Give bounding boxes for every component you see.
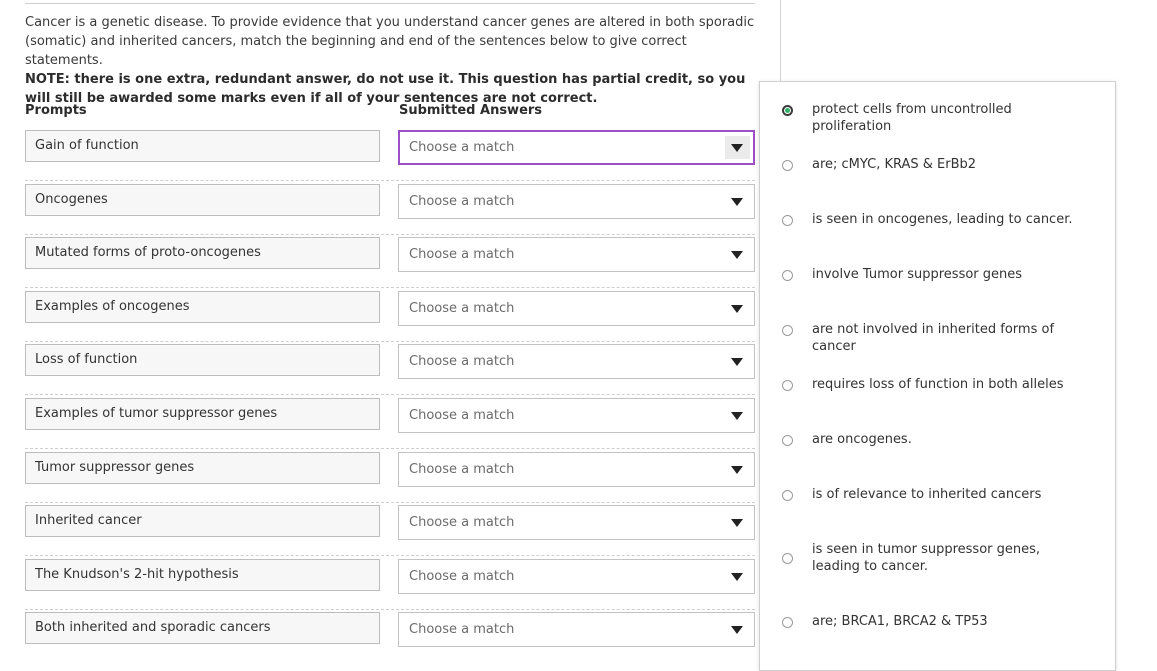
match-row: Examples of oncogenes Choose a match — [25, 288, 755, 342]
radio-icon[interactable] — [782, 553, 793, 564]
match-select[interactable]: Choose a match — [398, 130, 755, 165]
match-row: Gain of function Choose a match — [25, 127, 755, 181]
dropdown-button[interactable] — [725, 511, 750, 534]
select-value: Choose a match — [409, 247, 515, 262]
dropdown-button[interactable] — [725, 404, 750, 427]
option-label: requires loss of function in both allele… — [812, 377, 1064, 392]
select-value: Choose a match — [409, 622, 515, 637]
match-options-dropdown: protect cells from uncontrolled prolifer… — [759, 81, 1116, 671]
prompt-label: Tumor suppressor genes — [25, 452, 380, 484]
radio-icon[interactable] — [782, 490, 793, 501]
match-select[interactable]: Choose a match — [398, 398, 755, 433]
caret-down-icon — [731, 412, 743, 420]
dropdown-button[interactable] — [725, 458, 750, 481]
option-label: are; BRCA1, BRCA2 & TP53 — [812, 614, 988, 629]
prompts-header: Prompts — [25, 103, 87, 118]
match-select[interactable]: Choose a match — [398, 344, 755, 379]
radio-icon[interactable] — [782, 160, 793, 171]
option-label: are oncogenes. — [812, 432, 912, 447]
prompt-label: The Knudson's 2-hit hypothesis — [25, 559, 380, 591]
match-row: Inherited cancer Choose a match — [25, 502, 755, 556]
radio-icon[interactable] — [782, 435, 793, 446]
top-divider — [25, 3, 755, 4]
caret-down-icon — [731, 573, 743, 581]
select-value: Choose a match — [409, 515, 515, 530]
option-label: is seen in tumor suppressor genes, leadi… — [812, 542, 1041, 574]
match-row: Both inherited and sporadic cancers Choo… — [25, 609, 755, 663]
select-value: Choose a match — [409, 462, 515, 477]
option-label: are not involved in inherited forms of c… — [812, 322, 1055, 354]
dropdown-button[interactable] — [725, 136, 750, 159]
option-label: involve Tumor suppressor genes — [812, 267, 1023, 282]
match-select[interactable]: Choose a match — [398, 612, 755, 647]
instructions-note: NOTE: there is one extra, redundant answ… — [25, 72, 746, 106]
match-row: Examples of tumor suppressor genes Choos… — [25, 395, 755, 449]
radio-selected-icon[interactable] — [782, 105, 793, 116]
caret-down-icon — [731, 358, 743, 366]
prompt-label: Both inherited and sporadic cancers — [25, 612, 380, 644]
radio-icon[interactable] — [782, 617, 793, 628]
match-select[interactable]: Choose a match — [398, 291, 755, 326]
caret-down-icon — [731, 198, 743, 206]
radio-icon[interactable] — [782, 215, 793, 226]
radio-icon[interactable] — [782, 270, 793, 281]
caret-down-icon — [731, 251, 743, 259]
match-select[interactable]: Choose a match — [398, 559, 755, 594]
select-value: Choose a match — [409, 194, 515, 209]
radio-icon[interactable] — [782, 325, 793, 336]
match-row: Mutated forms of proto-oncogenes Choose … — [25, 234, 755, 288]
dropdown-button[interactable] — [725, 190, 750, 213]
match-select[interactable]: Choose a match — [398, 452, 755, 487]
select-value: Choose a match — [409, 408, 515, 423]
match-row: Loss of function Choose a match — [25, 341, 755, 395]
dropdown-button[interactable] — [725, 350, 750, 373]
select-value: Choose a match — [409, 354, 515, 369]
caret-down-icon — [731, 466, 743, 474]
dropdown-button[interactable] — [725, 618, 750, 641]
match-row: Tumor suppressor genes Choose a match — [25, 449, 755, 503]
match-row: Oncogenes Choose a match — [25, 181, 755, 235]
option-label: are; cMYC, KRAS & ErBb2 — [812, 157, 977, 172]
select-value: Choose a match — [409, 301, 515, 316]
caret-down-icon — [731, 519, 743, 527]
prompt-label: Examples of oncogenes — [25, 291, 380, 323]
caret-down-icon — [731, 144, 743, 152]
match-select[interactable]: Choose a match — [398, 184, 755, 219]
dropdown-button[interactable] — [725, 297, 750, 320]
option-label: is seen in oncogenes, leading to cancer. — [812, 212, 1073, 227]
dropdown-button[interactable] — [725, 565, 750, 588]
caret-down-icon — [731, 626, 743, 634]
match-select[interactable]: Choose a match — [398, 505, 755, 540]
prompt-label: Gain of function — [25, 130, 380, 162]
select-value: Choose a match — [409, 569, 515, 584]
submitted-answers-header: Submitted Answers — [399, 103, 543, 118]
match-row: The Knudson's 2-hit hypothesis Choose a … — [25, 556, 755, 610]
option-label: is of relevance to inherited cancers — [812, 487, 1042, 502]
question-instructions: Cancer is a genetic disease. To provide … — [25, 13, 755, 108]
instructions-intro: Cancer is a genetic disease. To provide … — [25, 15, 755, 68]
select-value: Choose a match — [409, 140, 515, 155]
match-select[interactable]: Choose a match — [398, 237, 755, 272]
prompt-label: Examples of tumor suppressor genes — [25, 398, 380, 430]
option-label: protect cells from uncontrolled prolifer… — [812, 102, 1012, 134]
dropdown-button[interactable] — [725, 243, 750, 266]
prompt-label: Mutated forms of proto-oncogenes — [25, 237, 380, 269]
prompt-label: Oncogenes — [25, 184, 380, 216]
caret-down-icon — [731, 305, 743, 313]
prompt-label: Inherited cancer — [25, 505, 380, 537]
prompt-label: Loss of function — [25, 344, 380, 376]
radio-icon[interactable] — [782, 380, 793, 391]
